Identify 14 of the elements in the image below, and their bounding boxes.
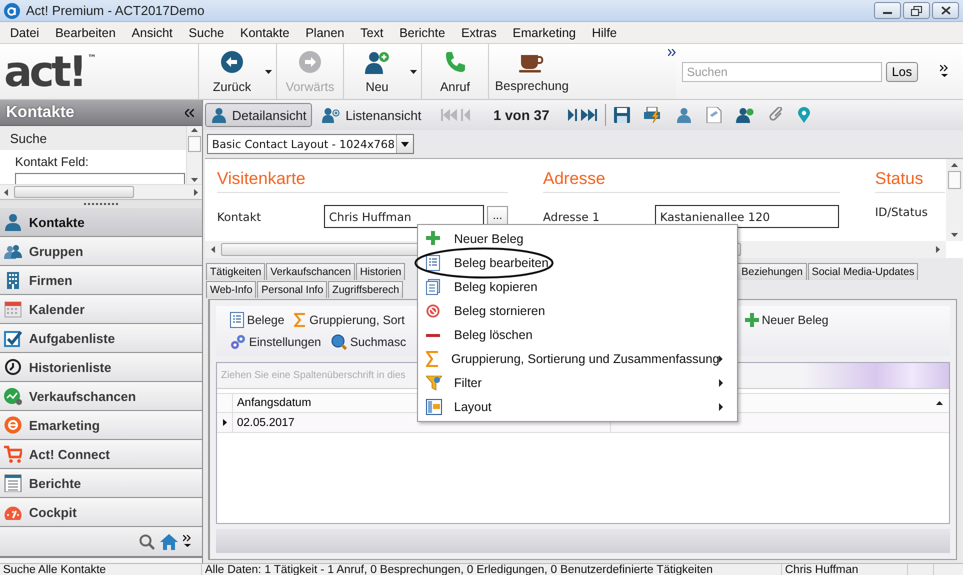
panel-title: Kontakte [6, 104, 74, 122]
act-logo: act!$^{™}$ [4, 50, 96, 92]
field-label: ID/Status [875, 205, 929, 219]
search-heading: Suche [0, 126, 186, 150]
status-text: Suche Alle Kontakte [2, 564, 107, 575]
section-heading: Visitenkarte [217, 169, 508, 193]
section-heading: Adresse [543, 169, 840, 193]
field-label: Kontakt Feld: [14, 154, 90, 170]
status-text: Chris Huffman [781, 564, 907, 575]
section-heading: Status [875, 169, 945, 193]
record-position: 1 von 37 [493, 107, 550, 123]
field-label: Kontakt [217, 210, 262, 224]
window-title: Act! Premium - ACT2017Demo [26, 3, 206, 18]
field-label: Adresse 1 [543, 210, 601, 224]
